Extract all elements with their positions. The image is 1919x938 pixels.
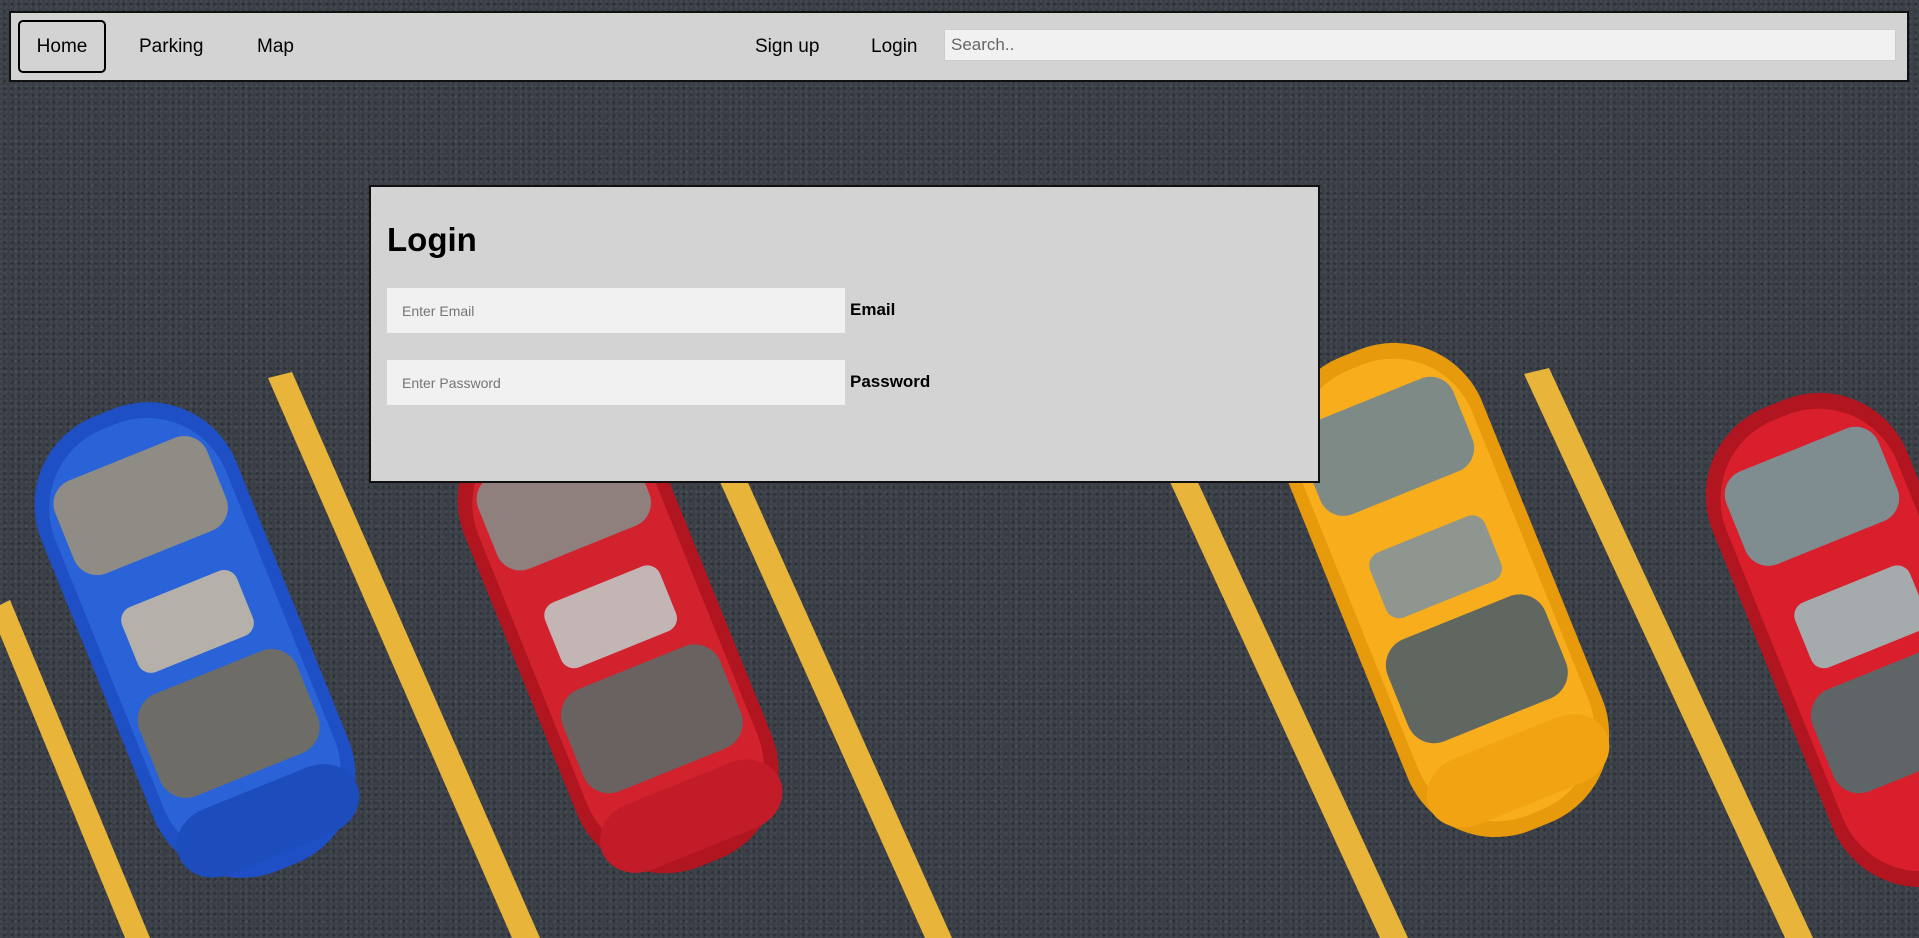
top-navbar: Home Parking Map Sign up Login	[9, 11, 1909, 82]
nav-parking-link[interactable]: Parking	[139, 13, 203, 80]
search-input[interactable]	[944, 29, 1896, 61]
password-label: Password	[850, 372, 931, 391]
login-panel: Login Email Password	[369, 185, 1320, 483]
red-car-right-image	[1705, 392, 1919, 888]
nav-home-link[interactable]: Home	[18, 20, 106, 73]
nav-map-link[interactable]: Map	[257, 13, 294, 80]
nav-signup-link[interactable]: Sign up	[755, 13, 819, 80]
email-label: Email	[850, 300, 896, 319]
email-field[interactable]	[387, 288, 845, 333]
password-field[interactable]	[387, 360, 845, 405]
login-title: Login	[387, 221, 477, 258]
nav-login-link[interactable]: Login	[871, 13, 918, 80]
